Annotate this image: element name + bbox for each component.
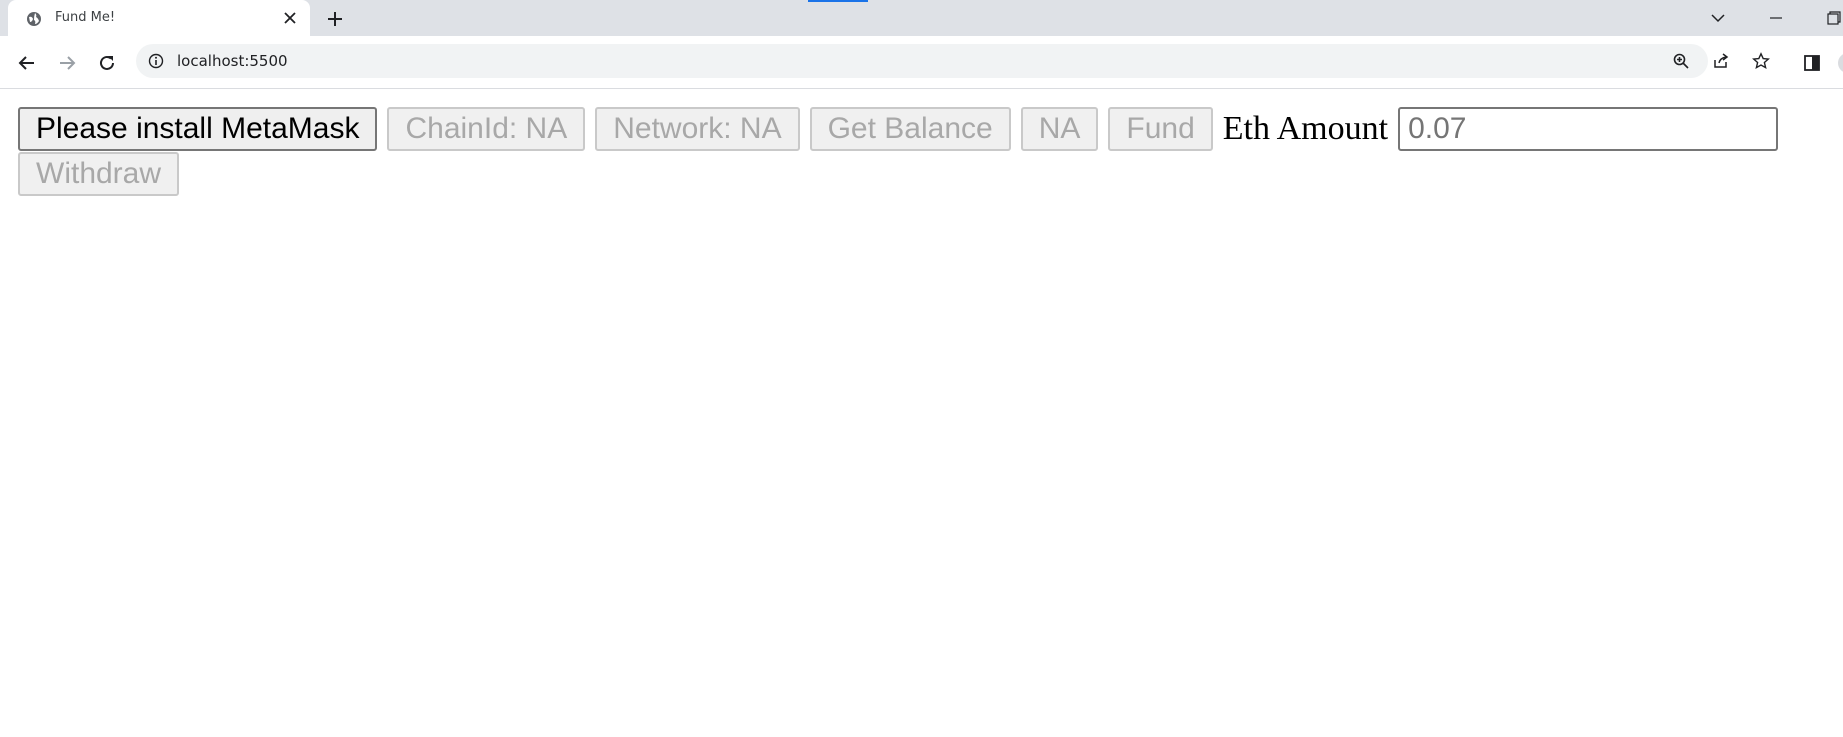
eth-amount-label: Eth Amount [1222,110,1389,147]
eth-amount-input[interactable] [1398,107,1779,151]
browser-tabstrip: Fund Me! [0,0,1843,36]
back-arrow-icon[interactable] [17,53,37,73]
tabstrip-accent-line [808,0,868,2]
get-balance-button[interactable]: Get Balance [809,107,1011,151]
balance-button[interactable]: NA [1020,107,1099,151]
tabs-search-icon[interactable] [1709,9,1727,27]
globe-icon [27,12,41,26]
fund-me-controls: Please install MetaMask ChainId: NA Netw… [18,107,1818,196]
restore-icon[interactable] [1825,9,1843,27]
browser-tab[interactable]: Fund Me! [8,0,310,36]
minimize-icon[interactable] [1767,9,1785,27]
fund-button[interactable]: Fund [1108,107,1213,151]
star-icon[interactable] [1752,52,1770,70]
url-text[interactable]: localhost:5500 [177,52,288,70]
browser-toolbar: localhost:5500 [0,36,1843,89]
info-icon[interactable] [148,53,164,69]
address-bar[interactable]: localhost:5500 [136,44,1770,78]
tab-title: Fund Me! [55,10,116,25]
share-icon[interactable] [1712,52,1730,70]
reload-icon[interactable] [97,53,117,73]
close-icon[interactable] [282,10,298,26]
zoom-icon[interactable] [1672,52,1690,70]
connect-button[interactable]: Please install MetaMask [18,107,378,151]
network-button[interactable]: Network: NA [595,107,800,151]
side-panel-icon[interactable] [1802,53,1822,73]
plus-icon[interactable] [325,9,345,29]
chain-id-button[interactable]: ChainId: NA [387,107,586,151]
forward-arrow-icon[interactable] [57,53,77,73]
withdraw-button[interactable]: Withdraw [18,152,180,196]
page-content: Please install MetaMask ChainId: NA Netw… [0,89,1843,737]
avatar[interactable] [1838,53,1843,73]
